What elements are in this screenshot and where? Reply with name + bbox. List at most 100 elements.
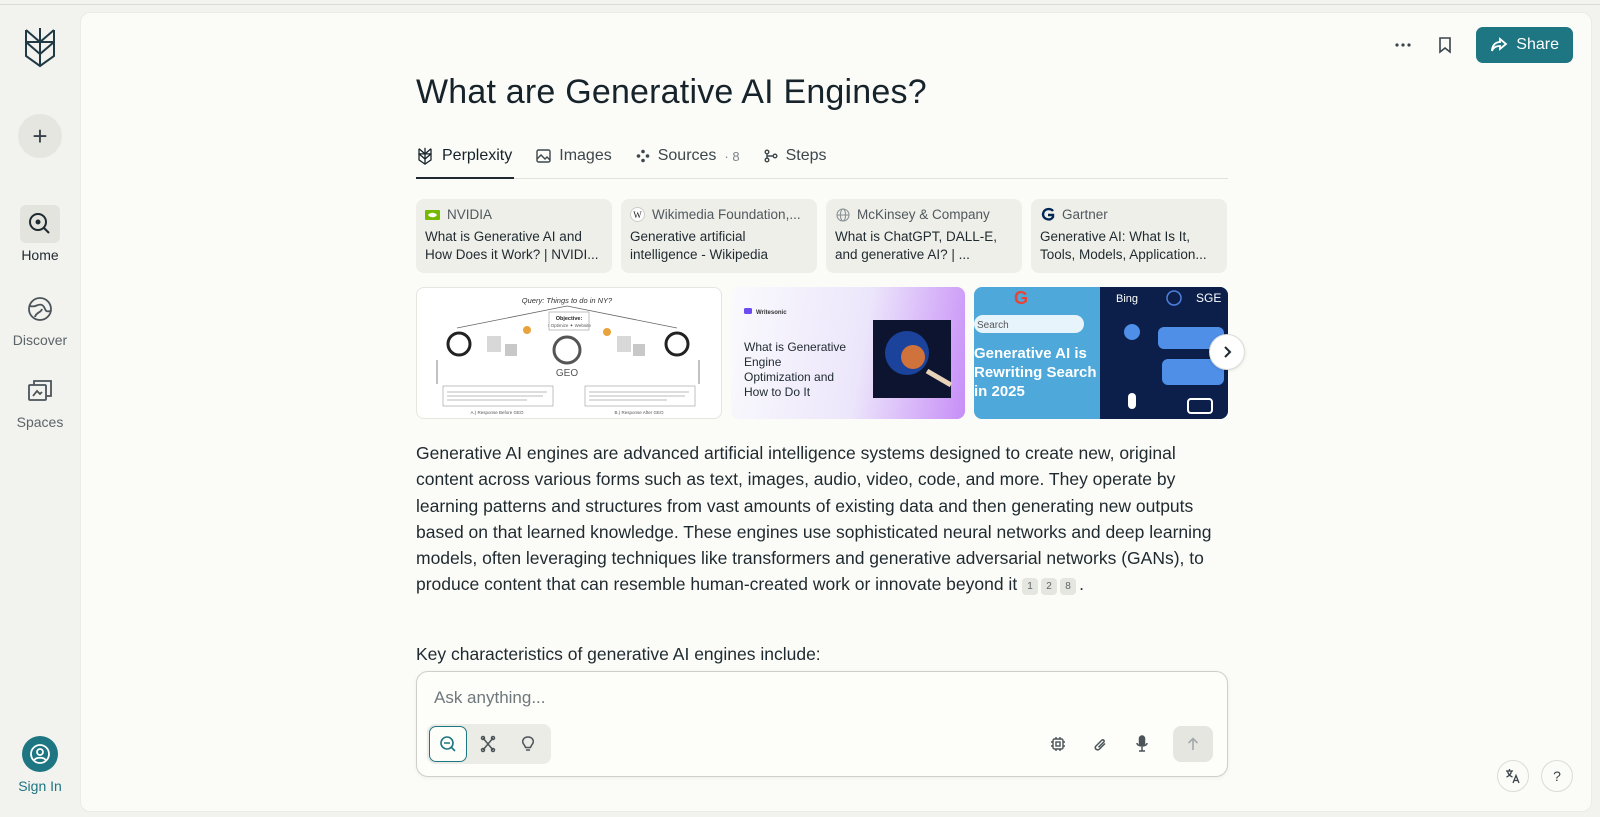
ask-tools <box>1047 726 1213 762</box>
google-logo-icon: G <box>1014 288 1028 308</box>
tab-label: Perplexity <box>442 147 513 164</box>
citation-badge[interactable]: 8 <box>1060 578 1077 596</box>
image-text-line: Rewriting Search <box>974 364 1097 381</box>
writesonic-brand: Writesonic <box>756 310 787 316</box>
microphone-icon[interactable] <box>1131 733 1153 755</box>
submit-arrow-icon <box>1187 737 1199 750</box>
source-card[interactable]: W Wikimedia Foundation,... Generative art… <box>621 199 817 273</box>
source-site: Wikimedia Foundation,... <box>652 207 801 222</box>
image-search-text: Search <box>977 320 1009 331</box>
source-site: NVIDIA <box>447 207 493 222</box>
share-icon <box>1491 37 1508 52</box>
sign-in-label: Sign In <box>18 778 62 794</box>
source-card[interactable]: NVIDIA What is Generative AI and How Doe… <box>416 199 612 273</box>
sidebar-item-label: Home <box>21 247 59 263</box>
image-bing-text: Bing <box>1116 293 1138 305</box>
spaces-icon <box>20 372 60 410</box>
search-mode-icon[interactable] <box>429 726 467 762</box>
submit-button[interactable] <box>1173 726 1213 762</box>
image-geo-label: GEO <box>556 368 578 379</box>
answer-paragraph: Generative AI engines are advanced artif… <box>416 440 1228 598</box>
tab-images[interactable]: Images <box>536 135 612 177</box>
translate-icon[interactable] <box>1497 760 1529 792</box>
header-actions: Share <box>1392 27 1573 63</box>
labs-mode-icon[interactable] <box>509 726 547 762</box>
steps-icon <box>764 149 778 163</box>
search-2025-image[interactable]: G Search Generative AI is Rewriting Sear… <box>974 287 1228 419</box>
sidebar-item-discover[interactable]: Discover <box>0 290 80 348</box>
tab-sources[interactable]: Sources · 8 <box>636 135 740 177</box>
share-label: Share <box>1516 36 1559 53</box>
sources-icon <box>636 149 650 163</box>
main-panel: Share What are Generative AI Engines? Pe… <box>80 12 1592 812</box>
svg-text:W: W <box>633 210 642 220</box>
wikipedia-logo-icon: W <box>630 207 645 222</box>
image-objective-text: Objective: <box>556 316 583 322</box>
sidebar-item-home[interactable]: Home <box>0 205 80 263</box>
research-mode-icon[interactable] <box>469 726 507 762</box>
carousel-next-button[interactable] <box>1209 334 1245 370</box>
image-text-line: What is Generative <box>744 340 846 354</box>
image-text-line: Optimization and <box>744 370 834 384</box>
geo-diagram-image[interactable]: Query: Things to do in NY? Objective: ↑ … <box>416 287 722 419</box>
chevron-right-icon <box>1224 346 1232 358</box>
writesonic-image[interactable]: Writesonic What is Generative Engine Opt… <box>731 287 965 419</box>
image-carousel: Query: Things to do in NY? Objective: ↑ … <box>416 287 1245 419</box>
model-chip-icon[interactable] <box>1047 733 1069 755</box>
page-title: What are Generative AI Engines? <box>416 73 927 111</box>
image-text-line: Engine <box>744 355 782 369</box>
more-horizontal-icon[interactable] <box>1392 34 1414 56</box>
answer-tabs: Perplexity Images Sources · 8 Steps <box>416 135 1228 179</box>
tab-label: Sources <box>657 147 717 164</box>
source-title: What is Generative AI and How Does it Wo… <box>425 229 599 262</box>
image-query-text: Query: Things to do in NY? <box>522 296 613 305</box>
answer-period: . <box>1079 574 1084 595</box>
perplexity-tab-icon <box>418 147 432 165</box>
key-characteristics-heading: Key characteristics of generative AI eng… <box>416 644 821 664</box>
image-icon <box>536 149 551 163</box>
source-card[interactable]: Gartner Generative AI: What Is It, Tools… <box>1031 199 1227 273</box>
source-title: Generative artificial intelligence - Wik… <box>630 229 769 262</box>
attach-icon[interactable] <box>1089 733 1111 755</box>
source-card[interactable]: McKinsey & Company What is ChatGPT, DALL… <box>826 199 1022 273</box>
bookmark-icon[interactable] <box>1434 34 1456 56</box>
ask-box <box>416 671 1228 777</box>
source-title: Generative AI: What Is It, Tools, Models… <box>1040 229 1207 262</box>
citation-badge[interactable]: 2 <box>1041 578 1058 596</box>
image-text-line: Generative AI is <box>974 345 1087 362</box>
tab-label: Images <box>559 147 612 164</box>
image-sge-text: SGE <box>1196 291 1221 305</box>
nvidia-logo-icon <box>425 207 440 222</box>
top-border <box>0 4 1600 5</box>
source-site: McKinsey & Company <box>857 207 990 222</box>
sidebar-item-label: Discover <box>12 332 68 348</box>
source-title: What is ChatGPT, DALL-E, and generative … <box>835 229 998 262</box>
globe-icon <box>20 290 60 328</box>
image-objective-sub: ↑ Optimize ✦ Website <box>547 323 591 328</box>
source-cards: NVIDIA What is Generative AI and How Doe… <box>416 199 1227 273</box>
image-caption-after: B.) Response After GEO <box>614 410 664 415</box>
gartner-logo-icon <box>1040 207 1055 222</box>
help-icon: ? <box>1553 768 1561 784</box>
sidebar-item-label: Spaces <box>16 414 64 430</box>
image-caption-before: A.) Response Before GEO <box>470 410 524 415</box>
help-button[interactable]: ? <box>1541 760 1573 792</box>
sidebar-item-spaces[interactable]: Spaces <box>0 372 80 430</box>
image-text-line: How to Do It <box>744 385 811 399</box>
image-text-line: in 2025 <box>974 383 1025 400</box>
sign-in-button[interactable]: Sign In <box>0 736 80 794</box>
home-search-icon <box>20 205 60 243</box>
globe-favicon-icon <box>835 207 850 222</box>
citation-badge[interactable]: 1 <box>1022 578 1039 596</box>
answer-text: Generative AI engines are advanced artif… <box>416 443 1212 595</box>
tab-steps[interactable]: Steps <box>764 135 827 177</box>
share-button[interactable]: Share <box>1476 27 1573 63</box>
source-site: Gartner <box>1062 207 1108 222</box>
sources-count: · 8 <box>724 148 740 164</box>
user-avatar-icon <box>22 736 58 772</box>
mode-selector <box>427 724 551 764</box>
new-thread-button[interactable]: + <box>18 114 62 158</box>
ask-input[interactable] <box>434 686 1034 710</box>
perplexity-logo-icon[interactable] <box>20 26 60 68</box>
tab-perplexity[interactable]: Perplexity <box>416 135 515 179</box>
